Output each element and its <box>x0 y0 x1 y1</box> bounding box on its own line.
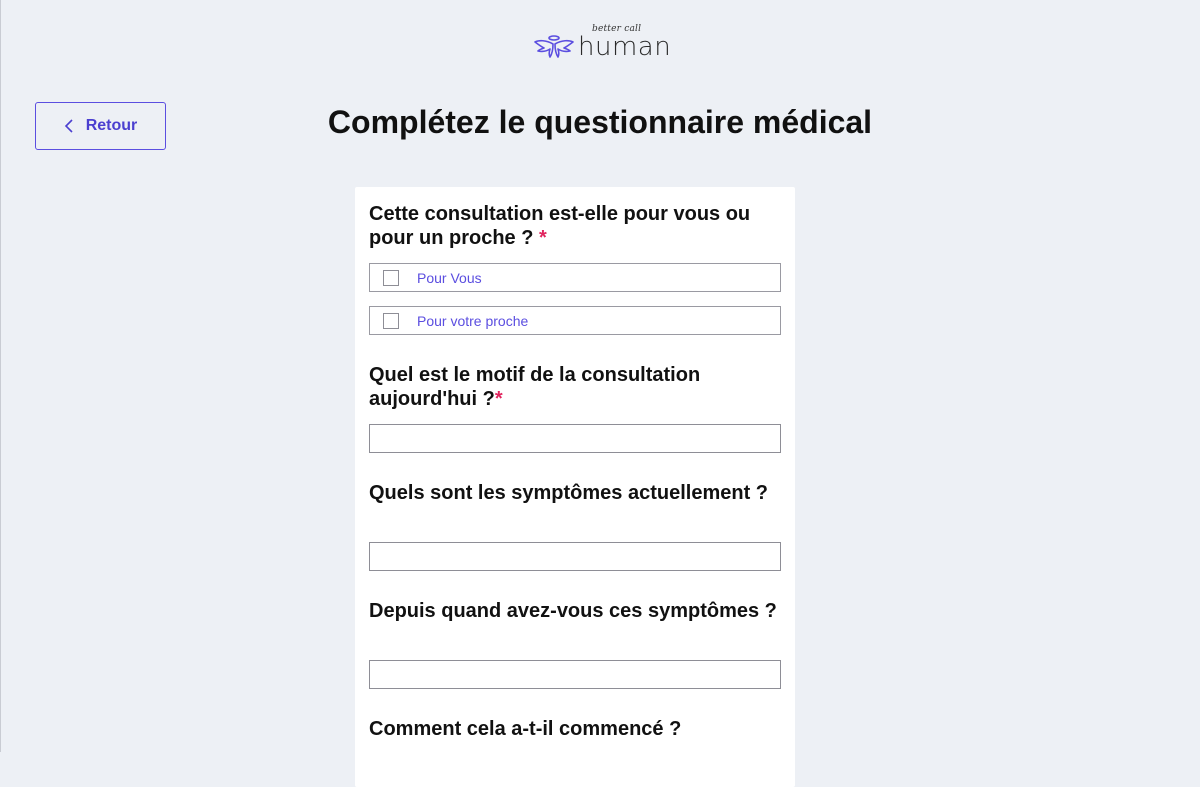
required-marker: * <box>494 388 503 410</box>
question-consultation-for: Cette consultation est-elle pour vous ou… <box>369 203 751 249</box>
brand-logo: better call human <box>534 24 672 64</box>
option-pour-vous[interactable]: Pour Vous <box>369 263 781 292</box>
checkbox[interactable] <box>383 269 399 286</box>
question-motif: Quel est le motif de la consultation auj… <box>369 364 701 410</box>
checkbox[interactable] <box>383 312 399 329</box>
question-depuis-quand: Depuis quand avez-vous ces symptômes ? <box>369 600 777 622</box>
required-marker: * <box>539 227 547 249</box>
brand-name: human <box>578 32 672 62</box>
question-symptomes: Quels sont les symptômes actuellement ? <box>369 482 769 504</box>
option-label: Pour votre proche <box>417 312 529 329</box>
questionnaire-form: Cette consultation est-elle pour vous ou… <box>355 187 795 787</box>
depuis-quand-input[interactable] <box>369 660 781 689</box>
brand-wordmark: better call human <box>578 24 672 64</box>
option-pour-votre-proche[interactable]: Pour votre proche <box>369 306 781 335</box>
page-title: Complétez le questionnaire médical <box>327 104 873 140</box>
question-commencement: Comment cela a-t-il commencé ? <box>369 718 682 740</box>
symptomes-input[interactable] <box>369 542 781 571</box>
option-label: Pour Vous <box>417 269 482 286</box>
motif-input[interactable] <box>369 424 781 453</box>
angel-wings-icon <box>534 35 574 58</box>
